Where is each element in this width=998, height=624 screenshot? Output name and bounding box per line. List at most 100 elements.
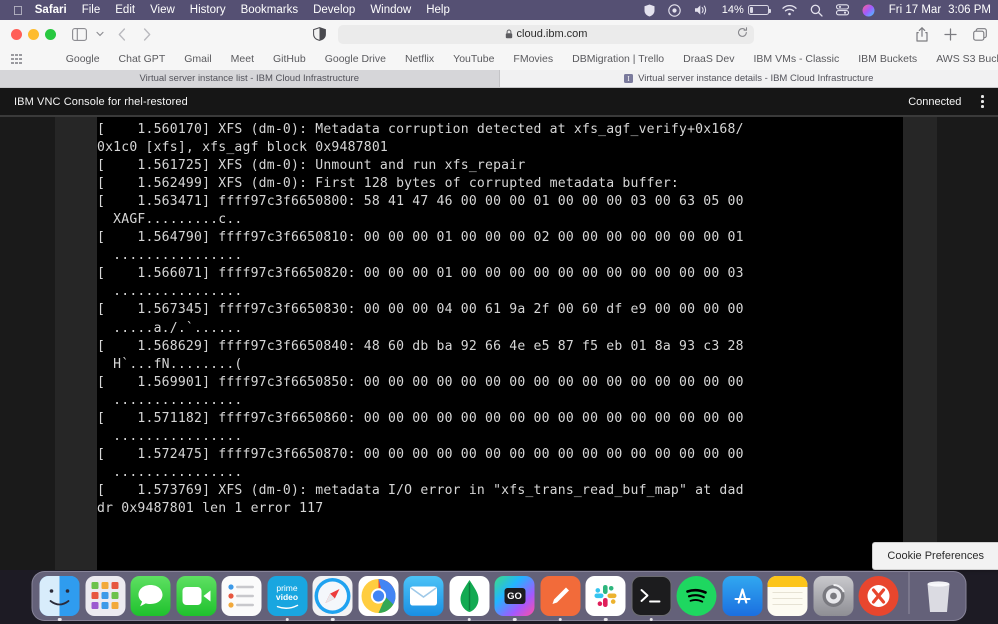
kebab-menu-icon[interactable]	[981, 95, 984, 108]
menu-item-window[interactable]: Window	[370, 4, 411, 16]
vnc-left-gutter	[0, 115, 55, 570]
dock-item-remote-desktop[interactable]	[859, 576, 899, 616]
terminal-line: [ 1.567345] ffff97c3f6650830: 00 00 00 0…	[97, 301, 903, 319]
reload-icon[interactable]	[737, 27, 748, 41]
search-icon[interactable]	[810, 4, 823, 17]
bookmark-google[interactable]: Google	[66, 53, 100, 65]
share-icon[interactable]	[916, 27, 928, 42]
terminal-line: [ 1.569901] ffff97c3f6650850: 00 00 00 0…	[97, 374, 903, 392]
terminal-line: ................	[97, 392, 903, 410]
address-bar[interactable]: cloud.ibm.com	[338, 25, 754, 44]
bookmark-meet[interactable]: Meet	[231, 53, 254, 65]
terminal-line: XAGF.........c..	[97, 211, 903, 229]
bookmark-dbmigration-trello[interactable]: DBMigration | Trello	[572, 53, 664, 65]
menu-item-view[interactable]: View	[150, 4, 175, 16]
dock-item-reminders[interactable]	[222, 576, 262, 616]
dock-item-prime-video[interactable]: primevideo	[267, 576, 307, 616]
macos-menu-bar:  Safari File Edit View History Bookmark…	[0, 0, 998, 20]
tab-virtual-server-instance-list[interactable]: Virtual server instance list - IBM Cloud…	[0, 70, 500, 87]
forward-button[interactable]	[143, 28, 151, 41]
bookmarks-grid-icon[interactable]	[11, 54, 22, 65]
cookie-preferences-label: Cookie Preferences	[887, 550, 984, 562]
terminal-line: [ 1.561725] XFS (dm-0): Unmount and run …	[97, 157, 903, 175]
dock-item-mongodb-compass[interactable]	[449, 576, 489, 616]
volume-icon[interactable]	[694, 4, 709, 16]
cookie-preferences-button[interactable]: Cookie Preferences	[872, 542, 998, 570]
dock-item-notes[interactable]	[768, 576, 808, 616]
terminal-line: [ 1.573769] XFS (dm-0): metadata I/O err…	[97, 482, 903, 500]
dock-item-slack[interactable]	[586, 576, 626, 616]
terminal-line: H`...fN........(	[97, 356, 903, 374]
tab-title: Virtual server instance list - IBM Cloud…	[140, 73, 359, 84]
bookmark-aws-s3-buckets[interactable]: AWS S3 Buckets	[936, 53, 998, 65]
close-button[interactable]	[11, 29, 22, 40]
terminal-line: [ 1.560170] XFS (dm-0): Metadata corrupt…	[97, 121, 903, 139]
bookmark-google-drive[interactable]: Google Drive	[325, 53, 386, 65]
dock-item-trash[interactable]	[919, 576, 959, 616]
vnc-console-header: IBM VNC Console for rhel-restored Connec…	[0, 88, 998, 115]
control-center-icon[interactable]	[836, 4, 849, 16]
menu-item-bookmarks[interactable]: Bookmarks	[241, 4, 299, 16]
bookmark-gmail[interactable]: Gmail	[184, 53, 211, 65]
new-tab-icon[interactable]	[944, 28, 957, 41]
terminal-line: ................	[97, 464, 903, 482]
dock-item-finder[interactable]	[40, 576, 80, 616]
menu-item-safari[interactable]: Safari	[35, 4, 67, 16]
dock-item-terminal[interactable]	[631, 576, 671, 616]
screen-record-icon[interactable]	[668, 4, 681, 17]
bookmark-ibm-buckets[interactable]: IBM Buckets	[858, 53, 917, 65]
dock-item-messages[interactable]	[131, 576, 171, 616]
bookmark-chat-gpt[interactable]: Chat GPT	[119, 53, 166, 65]
bookmark-youtube[interactable]: YouTube	[453, 53, 494, 65]
minimize-button[interactable]	[28, 29, 39, 40]
dock-item-system-settings[interactable]	[813, 576, 853, 616]
terminal-line: ................	[97, 247, 903, 265]
menu-item-edit[interactable]: Edit	[115, 4, 135, 16]
tab-title: Virtual server instance details - IBM Cl…	[638, 73, 873, 84]
macos-dock: primevideo	[32, 571, 967, 621]
vnc-right-strip	[903, 115, 937, 570]
menu-item-develop[interactable]: Develop	[313, 4, 355, 16]
window-controls	[11, 29, 56, 40]
bookmark-draas-dev[interactable]: DraaS Dev	[683, 53, 734, 65]
menu-item-help[interactable]: Help	[426, 4, 450, 16]
dock-item-app-store[interactable]	[722, 576, 762, 616]
terminal-line: 0x1c0 [xfs], xfs_agf block 0x9487801	[97, 139, 903, 157]
dock-item-spotify[interactable]	[677, 576, 717, 616]
wifi-icon[interactable]	[782, 5, 797, 16]
vnc-console-title: IBM VNC Console for rhel-restored	[14, 96, 188, 108]
terminal-line: [ 1.563471] ffff97c3f6650800: 58 41 47 4…	[97, 193, 903, 211]
menu-item-history[interactable]: History	[190, 4, 226, 16]
tab-overview-icon[interactable]	[973, 28, 987, 41]
dock-item-postman[interactable]	[540, 576, 580, 616]
terminal-line: ................	[97, 428, 903, 446]
bookmark-ibm-vms-classic[interactable]: IBM VMs - Classic	[753, 53, 839, 65]
sidebar-toggle[interactable]	[72, 28, 104, 41]
dock-item-launchpad[interactable]	[85, 576, 125, 616]
dock-item-facetime[interactable]	[176, 576, 216, 616]
menubar-clock[interactable]: Fri 17 Mar3:06 PM	[889, 4, 991, 16]
terminal-line: [ 1.572475] ffff97c3f6650870: 00 00 00 0…	[97, 446, 903, 464]
privacy-shield-icon[interactable]	[313, 27, 326, 41]
apple-logo-icon[interactable]: 	[13, 4, 23, 17]
vnc-top-divider	[0, 115, 998, 117]
back-button[interactable]	[118, 28, 126, 41]
dock-item-chrome[interactable]	[358, 576, 398, 616]
dock-item-safari[interactable]	[313, 576, 353, 616]
terminal-output[interactable]: [ 1.560170] XFS (dm-0): Metadata corrupt…	[97, 115, 903, 570]
dock-item-mail[interactable]	[404, 576, 444, 616]
dock-separator	[908, 572, 909, 614]
menubar-time: 3:06 PM	[948, 4, 991, 16]
battery-icon[interactable]: 14%	[722, 4, 769, 16]
menu-item-file[interactable]: File	[82, 4, 101, 16]
bookmark-netflix[interactable]: Netflix	[405, 53, 434, 65]
bookmark-github[interactable]: GitHub	[273, 53, 306, 65]
vnc-connection-status: Connected	[908, 96, 961, 108]
bookmark-fmovies[interactable]: FMovies	[513, 53, 553, 65]
dock-item-goland[interactable]: GO	[495, 576, 535, 616]
shield-icon[interactable]	[644, 4, 655, 17]
maximize-button[interactable]	[45, 29, 56, 40]
tab-virtual-server-instance-details[interactable]: I Virtual server instance details - IBM …	[500, 70, 998, 87]
siri-icon[interactable]	[862, 4, 875, 17]
terminal-line: [ 1.562499] XFS (dm-0): First 128 bytes …	[97, 175, 903, 193]
